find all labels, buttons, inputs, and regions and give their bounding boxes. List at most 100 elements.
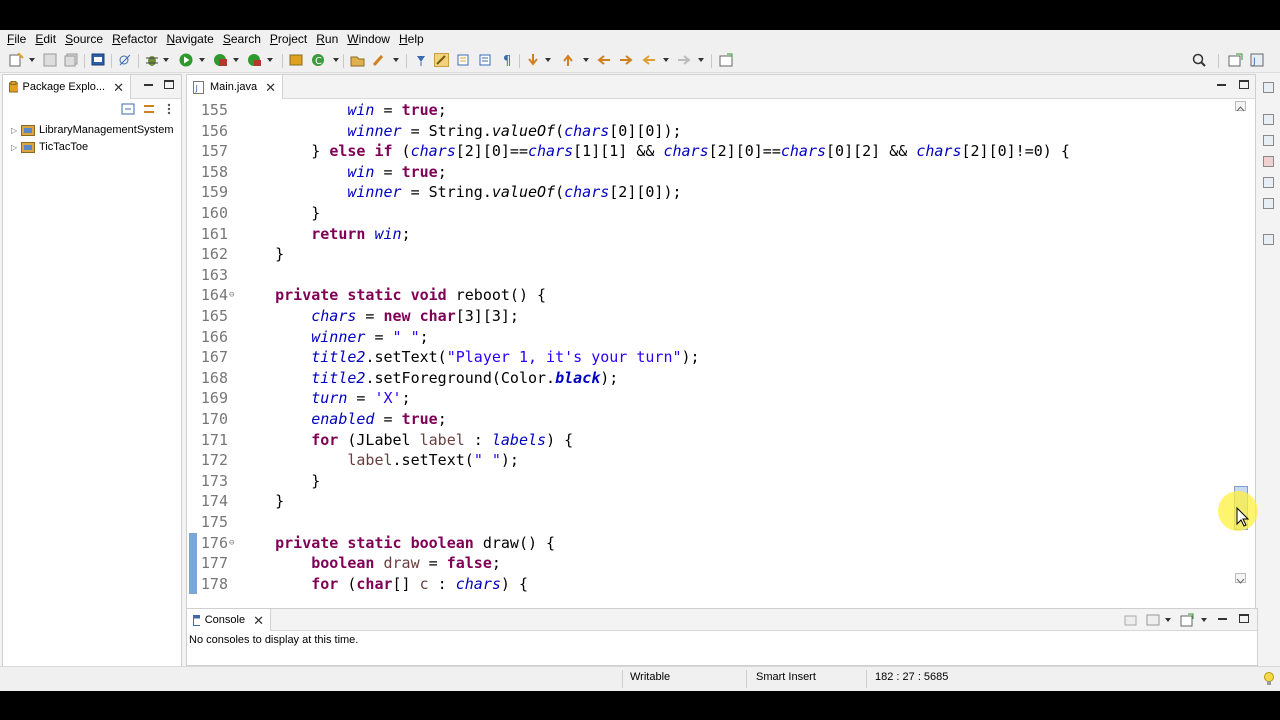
menu-help[interactable]: Help (396, 31, 430, 47)
previous-annotation-dropdown-icon[interactable] (583, 58, 589, 62)
code-line[interactable]: 178 for (char[] c : chars) { (187, 574, 1229, 595)
show-whitespace-icon[interactable]: ¶ (500, 53, 515, 67)
code-line[interactable]: 159 winner = String.valueOf(chars[2][0])… (187, 182, 1229, 203)
debug-dropdown-icon[interactable] (163, 58, 169, 62)
link-with-editor-icon[interactable] (142, 102, 157, 116)
next-annotation-icon[interactable] (526, 53, 541, 67)
next-annotation-dropdown-icon[interactable] (545, 58, 551, 62)
java-perspective-icon[interactable]: J (1250, 53, 1265, 67)
view-menu-icon[interactable] (166, 102, 172, 116)
open-console-icon[interactable] (1180, 613, 1195, 627)
new-class-dropdown-icon[interactable] (333, 58, 339, 62)
lightbulb-icon[interactable] (1263, 672, 1275, 686)
toggle-highlight-icon[interactable] (434, 53, 449, 67)
close-icon[interactable]: ✕ (253, 614, 264, 627)
save-icon[interactable] (43, 53, 58, 67)
coverage-icon[interactable] (213, 53, 228, 67)
last-edit-location-icon[interactable] (597, 53, 612, 67)
forward-dropdown-icon[interactable] (698, 58, 704, 62)
tab-package-explorer[interactable]: Package Explo... ✕ (3, 75, 131, 99)
code-line[interactable]: 172 label.setText(" "); (187, 450, 1229, 471)
external-tools-icon[interactable] (247, 53, 262, 67)
open-type-icon[interactable] (350, 53, 365, 67)
code-line[interactable]: 177 boolean draw = false; (187, 553, 1229, 574)
code-line[interactable]: 170 enabled = true; (187, 409, 1229, 430)
menu-window[interactable]: Window (344, 31, 396, 47)
outline-icon[interactable] (1263, 82, 1274, 93)
minimized-stack-icon[interactable] (1263, 234, 1274, 245)
coverage-dropdown-icon[interactable] (233, 58, 239, 62)
run-dropdown-icon[interactable] (199, 58, 205, 62)
previous-annotation-icon[interactable] (561, 53, 576, 67)
forward-edit-location-icon[interactable] (619, 53, 634, 67)
maximize-icon[interactable] (1239, 614, 1249, 623)
menu-refactor[interactable]: Refactor (109, 31, 163, 47)
fold-icon[interactable]: ⊖ (229, 533, 234, 553)
code-line[interactable]: 164 ⊖ private static void reboot() { (187, 285, 1229, 306)
code-line[interactable]: 158 win = true; (187, 162, 1229, 183)
code-line[interactable]: 155 win = true; (187, 100, 1229, 121)
collapse-all-icon[interactable] (121, 102, 136, 116)
code-line[interactable]: 166 winner = " "; (187, 327, 1229, 348)
expand-icon[interactable]: ▷ (11, 126, 19, 135)
search-tool-icon[interactable] (372, 53, 387, 67)
code-line[interactable]: 163 (187, 265, 1229, 286)
new-dropdown-icon[interactable] (29, 58, 35, 62)
new-package-icon[interactable]: C (311, 53, 326, 67)
vertical-scrollbar[interactable] (1229, 99, 1253, 617)
pin-editor-icon[interactable] (719, 53, 734, 67)
code-area[interactable]: 155 win = true; 156 winner = String.value… (187, 99, 1229, 617)
javadoc-icon[interactable] (1263, 177, 1274, 188)
expand-icon[interactable]: ▷ (11, 143, 19, 152)
scroll-down-icon[interactable] (1235, 573, 1246, 584)
menu-run[interactable]: Run (313, 31, 344, 47)
code-line[interactable]: 160 } (187, 203, 1229, 224)
tab-main-java[interactable]: J Main.java ✕ (187, 75, 283, 99)
pin-console-icon[interactable] (1124, 613, 1139, 627)
toggle-word-wrap-icon[interactable] (478, 53, 493, 67)
menu-project[interactable]: Project (267, 31, 313, 47)
code-line[interactable]: 156 winner = String.valueOf(chars[0][0])… (187, 121, 1229, 142)
run-icon[interactable] (179, 53, 194, 67)
forward-icon[interactable] (677, 53, 692, 67)
new-java-project-icon[interactable] (289, 53, 304, 67)
maximize-icon[interactable] (164, 80, 174, 89)
scroll-up-icon[interactable] (1235, 101, 1246, 112)
debug-icon[interactable] (145, 53, 160, 67)
new-icon[interactable] (9, 53, 24, 67)
code-line[interactable]: 167 title2.setText("Player 1, it's your … (187, 347, 1229, 368)
search-tool-dropdown-icon[interactable] (393, 58, 399, 62)
search-icon[interactable] (1192, 53, 1207, 67)
external-tools-dropdown-icon[interactable] (267, 58, 273, 62)
open-perspective-icon[interactable] (1228, 53, 1243, 67)
display-selected-console-icon[interactable] (1146, 613, 1161, 627)
declaration-icon[interactable] (1263, 198, 1274, 209)
close-icon[interactable]: ✕ (265, 81, 276, 94)
menu-source[interactable]: Source (62, 31, 109, 47)
code-line[interactable]: 168 title2.setForeground(Color.black); (187, 368, 1229, 389)
code-line[interactable]: 165 chars = new char[3][3]; (187, 306, 1229, 327)
open-console-dropdown-icon[interactable] (1201, 618, 1207, 622)
skip-breakpoints-icon[interactable] (118, 53, 133, 67)
terminal-icon[interactable] (91, 53, 106, 67)
code-line[interactable]: 161 return win; (187, 224, 1229, 245)
back-icon[interactable] (642, 53, 657, 67)
save-all-icon[interactable] (64, 53, 79, 67)
minimize-icon[interactable] (1218, 618, 1227, 620)
back-dropdown-icon[interactable] (663, 58, 669, 62)
menu-navigate[interactable]: Navigate (163, 31, 219, 47)
tree-item-project[interactable]: ▷ TicTacToe (11, 139, 88, 155)
code-line[interactable]: 176 ⊖ private static boolean draw() { (187, 533, 1229, 554)
display-console-dropdown-icon[interactable] (1165, 618, 1171, 622)
minimize-icon[interactable] (1217, 84, 1226, 86)
code-line[interactable]: 173 } (187, 471, 1229, 492)
error-log-icon[interactable] (1263, 156, 1274, 167)
minimize-icon[interactable] (144, 84, 153, 86)
maximize-icon[interactable] (1239, 80, 1249, 89)
menu-search[interactable]: Search (220, 31, 267, 47)
code-line[interactable]: 175 (187, 512, 1229, 533)
code-line[interactable]: 162 } (187, 244, 1229, 265)
problems-icon[interactable] (1263, 135, 1274, 146)
code-line[interactable]: 157 } else if (chars[2][0]==chars[1][1] … (187, 141, 1229, 162)
toggle-mark-occurrences-icon[interactable] (414, 53, 429, 67)
